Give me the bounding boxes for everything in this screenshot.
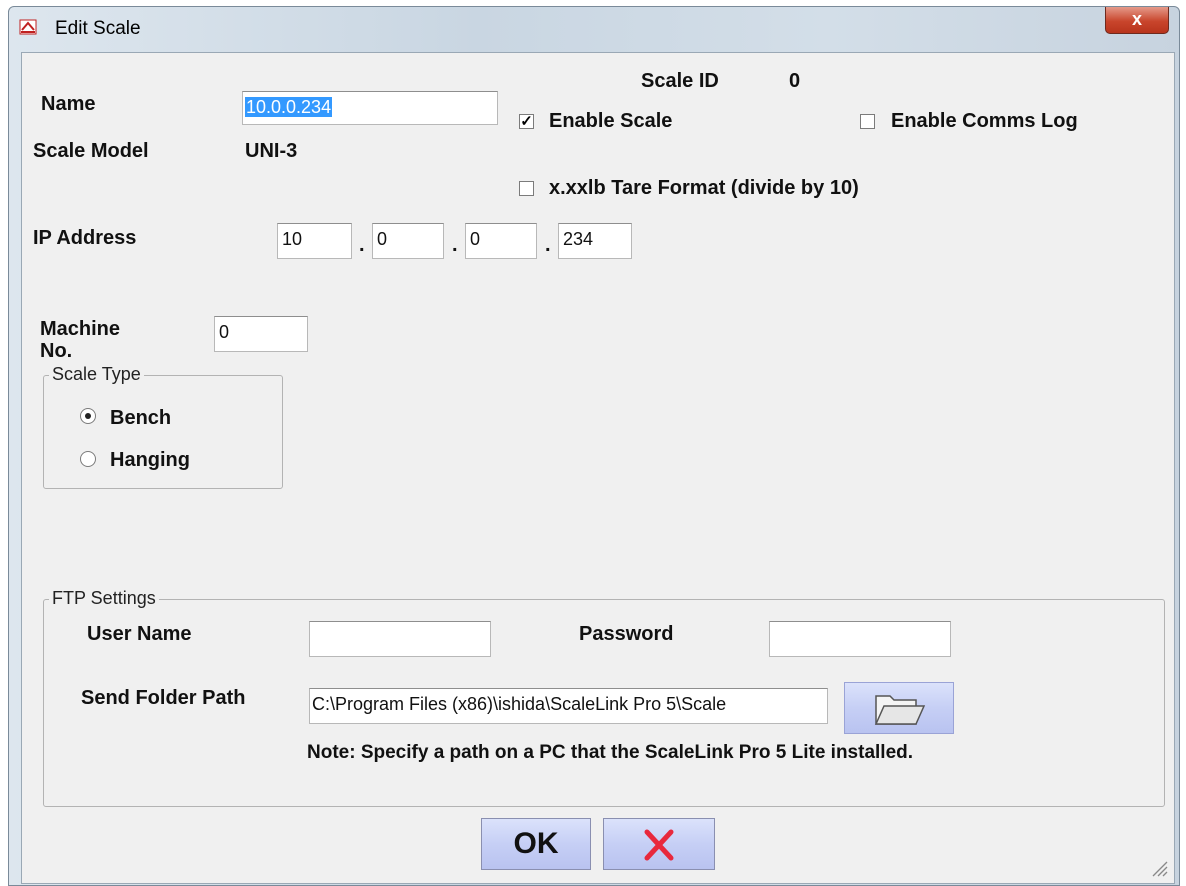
name-label: Name	[41, 93, 96, 115]
password-input[interactable]	[769, 621, 951, 657]
dialog-body: Name 10.0.0.234 Scale ID 0 ✓ Enable Scal…	[21, 52, 1175, 884]
hanging-radio[interactable]	[80, 451, 96, 467]
ip-octet-3-value: 0	[470, 229, 481, 249]
ip-separator-2: .	[452, 234, 458, 256]
machine-no-value: 0	[219, 322, 230, 342]
scale-model-label: Scale Model	[33, 140, 149, 162]
radio-selected-dot	[85, 413, 91, 419]
name-input-value: 10.0.0.234	[245, 97, 333, 117]
ip-octet-3-input[interactable]: 0	[465, 223, 537, 259]
tare-format-label[interactable]: x.xxlb Tare Format (divide by 10)	[549, 177, 859, 200]
scale-type-legend: Scale Type	[49, 364, 144, 385]
ftp-settings-legend: FTP Settings	[49, 588, 159, 609]
ok-button-label: OK	[513, 827, 559, 860]
path-note: Note: Specify a path on a PC that the Sc…	[307, 742, 914, 763]
machine-no-label-line2: No.	[40, 340, 73, 362]
send-folder-path-value: C:\Program Files (x86)\ishida\ScaleLink …	[312, 694, 727, 714]
bench-radio[interactable]	[80, 408, 96, 424]
tare-format-checkbox[interactable]	[519, 181, 534, 196]
ip-octet-2-value: 0	[377, 229, 388, 249]
machine-no-label-line1: Machine	[40, 318, 121, 340]
edit-scale-window: Edit Scale x Name 10.0.0.234 Scale ID 0 …	[8, 6, 1180, 886]
folder-icon	[874, 695, 926, 725]
enable-scale-checkbox[interactable]: ✓	[519, 114, 534, 129]
bench-label[interactable]: Bench	[110, 407, 171, 430]
enable-scale-label[interactable]: Enable Scale	[549, 110, 672, 133]
send-folder-path-input[interactable]: C:\Program Files (x86)\ishida\ScaleLink …	[309, 688, 828, 724]
ip-octet-4-value: 234	[563, 229, 594, 249]
enable-comms-log-checkbox[interactable]	[860, 114, 875, 129]
enable-comms-log-label[interactable]: Enable Comms Log	[891, 110, 1078, 133]
red-x-icon	[644, 829, 674, 861]
close-icon: x	[1131, 9, 1142, 29]
ip-address-label: IP Address	[33, 227, 137, 249]
title-bar[interactable]: Edit Scale x	[9, 7, 1179, 51]
ip-octet-1-value: 10	[282, 229, 303, 249]
ip-separator-1: .	[359, 234, 365, 256]
machine-no-input[interactable]: 0	[214, 316, 308, 352]
ip-separator-3: .	[545, 234, 551, 256]
browse-folder-button[interactable]	[844, 682, 954, 734]
scale-model-value: UNI-3	[245, 140, 298, 162]
ip-octet-4-input[interactable]: 234	[558, 223, 632, 259]
send-folder-path-label: Send Folder Path	[81, 687, 246, 709]
ok-button[interactable]: OK	[481, 818, 591, 870]
ip-octet-1-input[interactable]: 10	[277, 223, 352, 259]
resize-grip-icon[interactable]	[1150, 859, 1168, 877]
user-name-input[interactable]	[309, 621, 491, 657]
scale-id-value: 0	[789, 70, 801, 92]
name-input[interactable]: 10.0.0.234	[242, 91, 498, 125]
ip-octet-2-input[interactable]: 0	[372, 223, 444, 259]
user-name-label: User Name	[87, 623, 192, 645]
cancel-button[interactable]	[603, 818, 715, 870]
window-title: Edit Scale	[55, 18, 141, 39]
scale-app-icon	[19, 19, 37, 35]
close-button[interactable]: x	[1105, 7, 1169, 34]
scale-id-label: Scale ID	[641, 70, 719, 92]
password-label: Password	[579, 623, 674, 645]
hanging-label[interactable]: Hanging	[110, 449, 190, 472]
